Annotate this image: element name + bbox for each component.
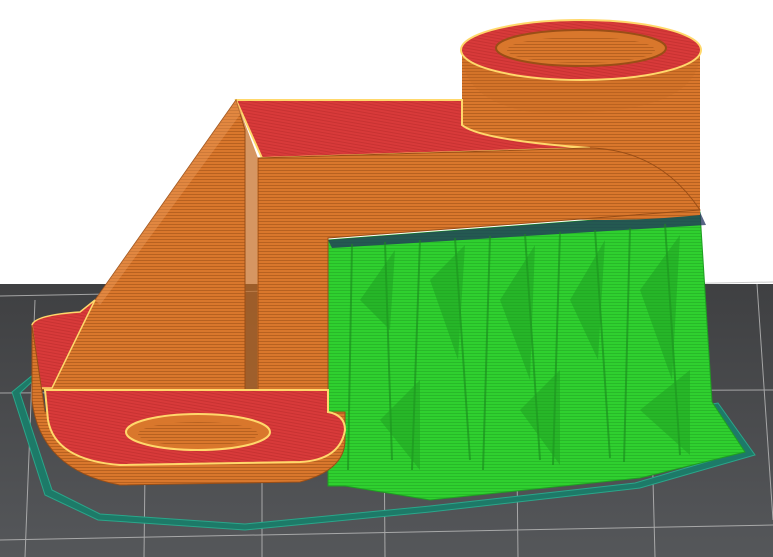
support-material — [327, 211, 746, 501]
3d-preview-viewport[interactable] — [0, 0, 773, 557]
gcode-preview-scene[interactable] — [0, 0, 773, 557]
